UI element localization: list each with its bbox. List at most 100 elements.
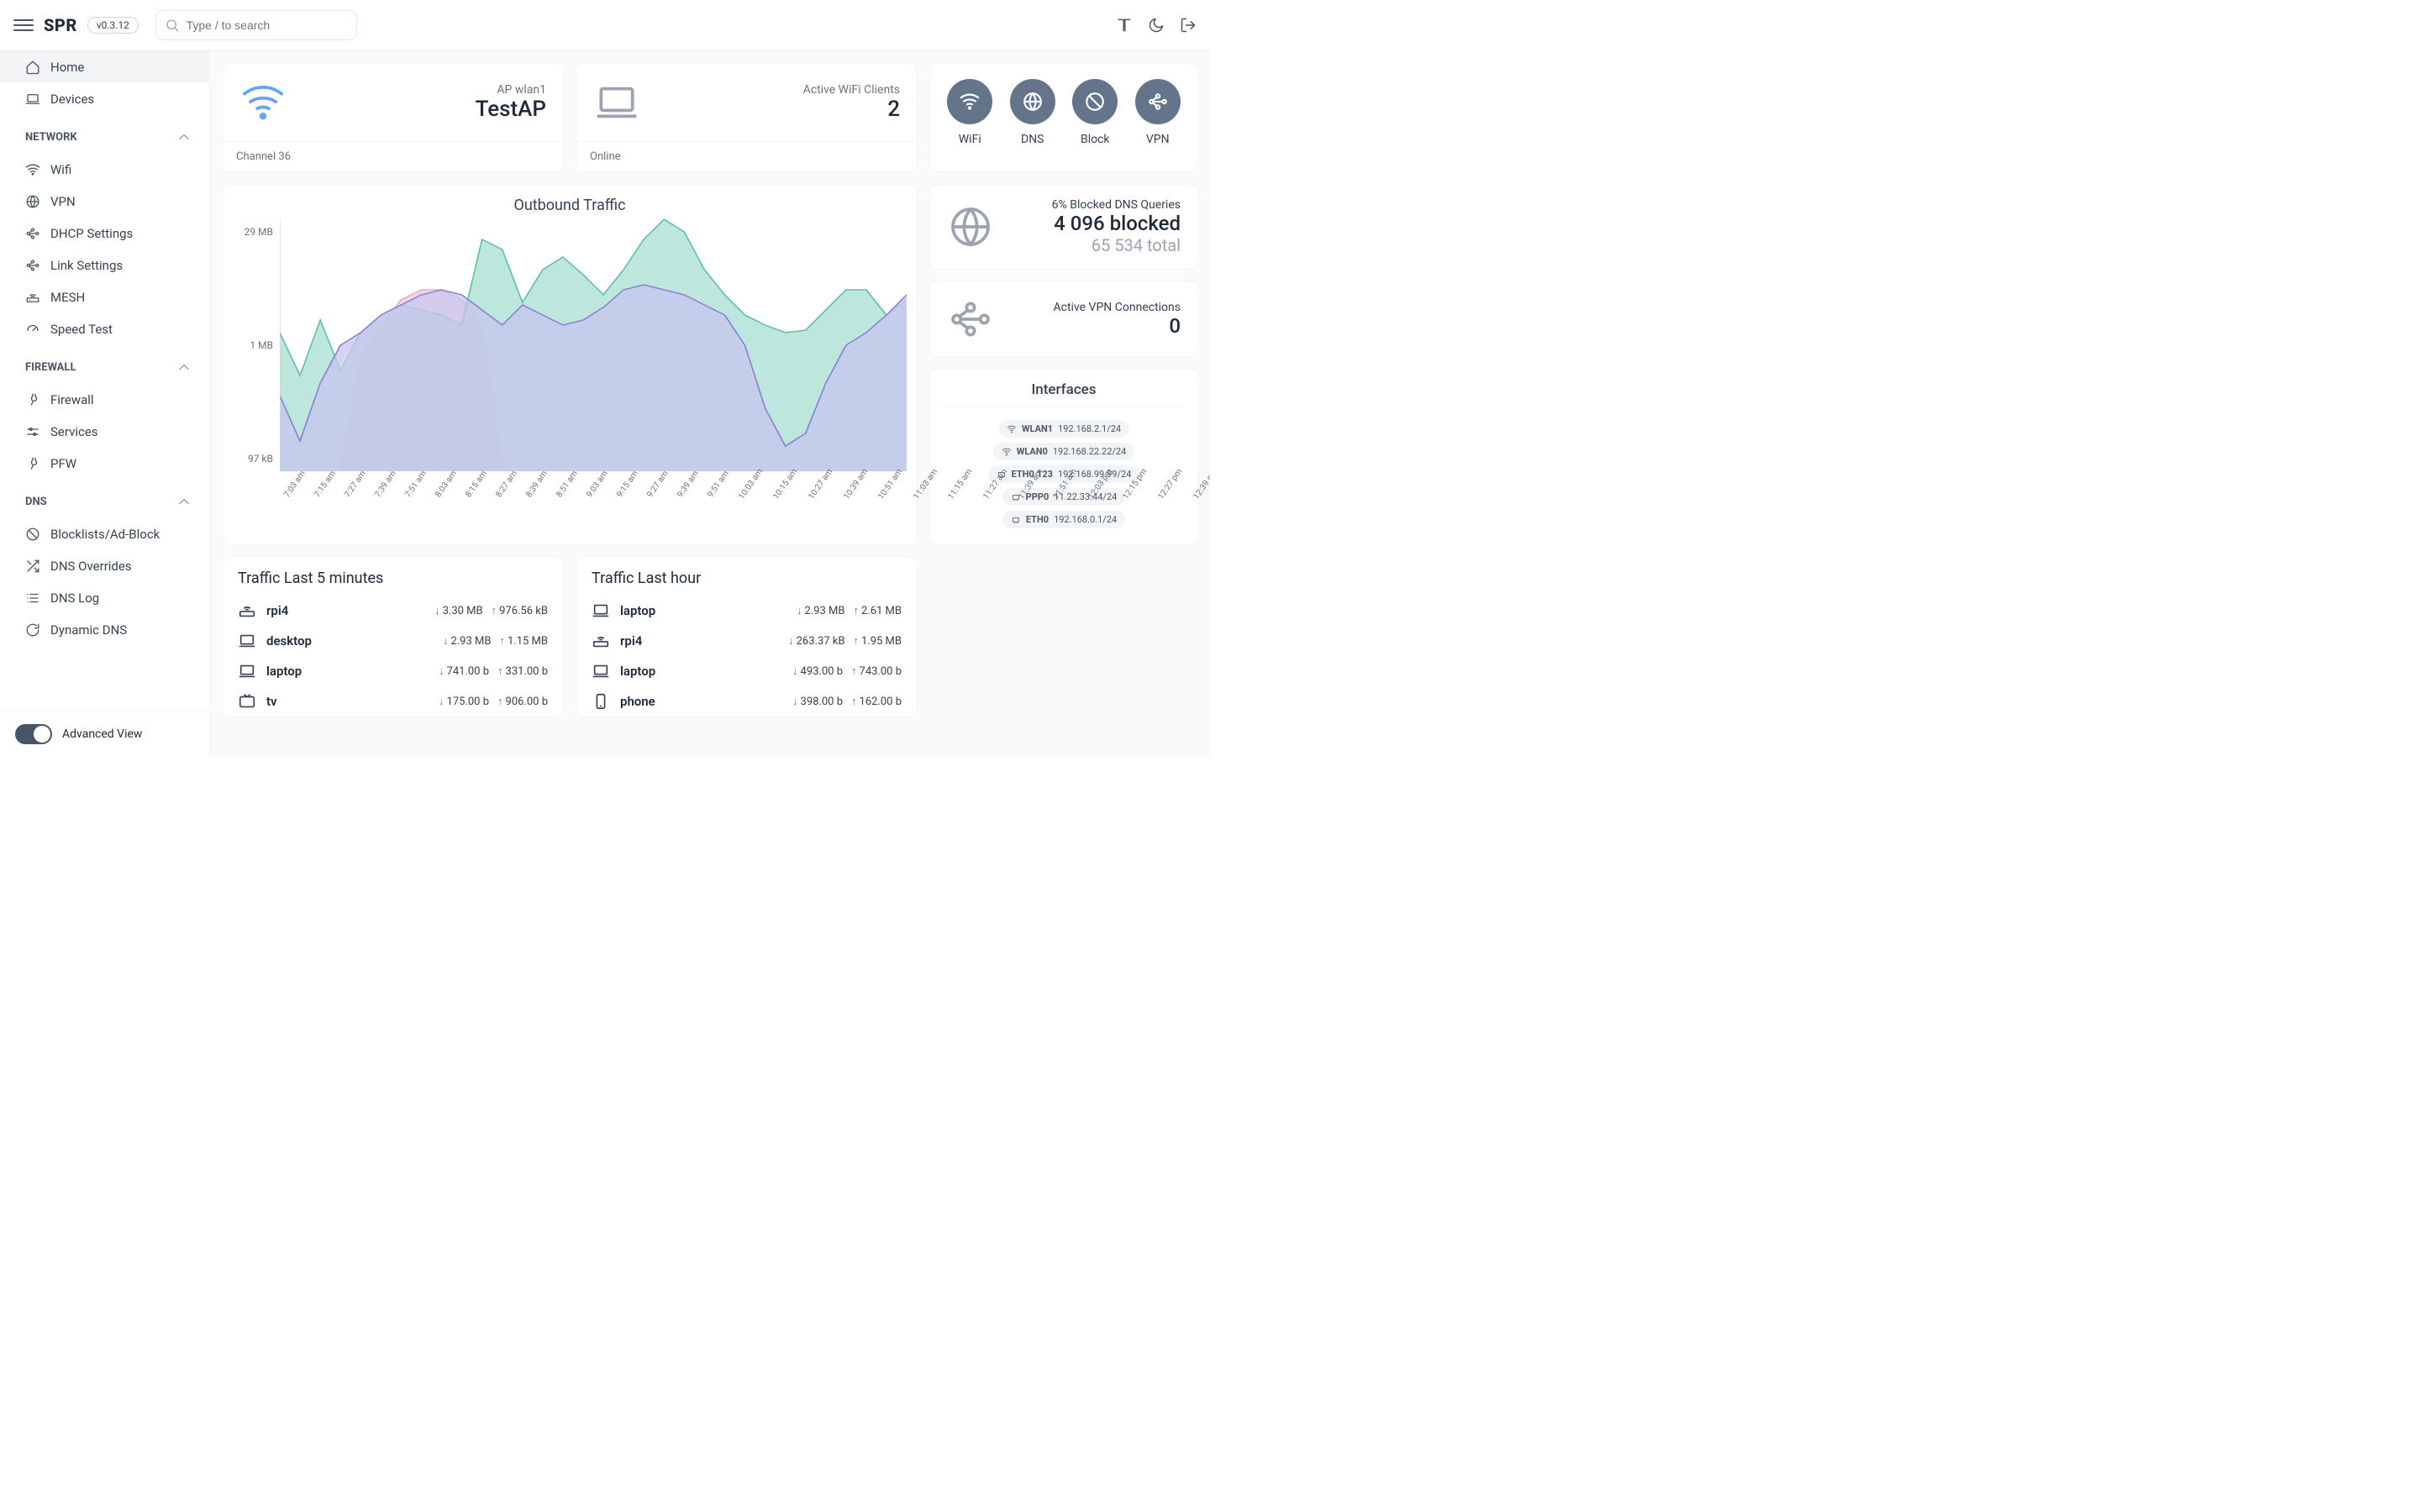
sidebar-item-dyndns[interactable]: Dynamic DNS bbox=[0, 614, 209, 646]
sidebar-item-firewall[interactable]: Firewall bbox=[0, 384, 209, 416]
sidebar-item-label: Devices bbox=[50, 92, 94, 107]
traffic-5min-card: Traffic Last 5 minutes rpi4 ↓ 3.30 MB↑ 9… bbox=[222, 557, 564, 717]
interface-pill[interactable]: ETH0 192.168.0.1/24 bbox=[1002, 511, 1125, 528]
quick-actions-card: WiFi DNS Block VPN bbox=[929, 63, 1198, 172]
brand: SPR bbox=[44, 15, 77, 35]
wifi-icon bbox=[239, 79, 287, 126]
device-name: desktop bbox=[266, 633, 433, 648]
laptop-icon bbox=[592, 662, 610, 680]
sidebar-item-link[interactable]: Link Settings bbox=[0, 249, 209, 281]
device-name: laptop bbox=[620, 603, 786, 618]
ap-card: AP wlan1 TestAP Channel 36 bbox=[222, 63, 564, 172]
device-name: laptop bbox=[620, 664, 782, 679]
chevron-up-icon bbox=[176, 129, 192, 145]
clients-status: Online bbox=[576, 141, 917, 171]
globe-icon bbox=[947, 203, 994, 250]
interfaces-title: Interfaces bbox=[944, 381, 1184, 398]
vpn-stats-card: Active VPN Connections 0 bbox=[929, 281, 1198, 357]
router-icon bbox=[25, 290, 40, 305]
traffic-row: phone ↓ 398.00 b↑ 162.00 b bbox=[592, 686, 902, 717]
ban-icon bbox=[25, 527, 40, 542]
laptop-icon bbox=[238, 662, 256, 680]
shuffle-icon bbox=[25, 559, 40, 574]
sidebar: Home Devices NETWORK Wifi VPN DHCP Setti… bbox=[0, 51, 210, 756]
refresh-icon bbox=[25, 622, 40, 638]
interface-pill[interactable]: WLAN0 192.168.22.22/24 bbox=[993, 443, 1135, 460]
nodes-icon bbox=[25, 226, 40, 241]
sidebar-section-dns[interactable]: DNS bbox=[0, 485, 209, 518]
ban-icon bbox=[1072, 79, 1118, 124]
wifi-icon bbox=[947, 79, 992, 124]
clients-card: Active WiFi Clients 2 Online bbox=[576, 63, 918, 172]
version-badge: v0.3.12 bbox=[87, 17, 139, 34]
traffic-row: tv ↓ 175.00 b↑ 906.00 b bbox=[238, 686, 548, 717]
laptop-icon bbox=[238, 632, 256, 650]
router-icon bbox=[592, 632, 610, 650]
quick-wifi[interactable]: WiFi bbox=[947, 79, 992, 160]
logout-icon[interactable] bbox=[1180, 17, 1197, 34]
chart-title: Outbound Traffic bbox=[223, 185, 917, 219]
theme-toggle-icon[interactable] bbox=[1148, 17, 1165, 34]
quick-block[interactable]: Block bbox=[1072, 79, 1118, 160]
laptop-icon bbox=[593, 79, 640, 126]
sidebar-item-pfw[interactable]: PFW bbox=[0, 448, 209, 480]
docs-icon[interactable] bbox=[1116, 17, 1133, 34]
ap-label: AP wlan1 bbox=[476, 83, 546, 97]
wifi-icon bbox=[25, 162, 40, 177]
nodes-icon bbox=[947, 296, 994, 343]
sidebar-item-mesh[interactable]: MESH bbox=[0, 281, 209, 313]
advanced-view-toggle[interactable] bbox=[15, 724, 52, 744]
list-icon bbox=[25, 591, 40, 606]
sidebar-item-label: Home bbox=[50, 60, 84, 75]
traffic-row: laptop ↓ 2.93 MB↑ 2.61 MB bbox=[592, 596, 902, 626]
search-input[interactable] bbox=[187, 18, 348, 32]
sidebar-item-vpn[interactable]: VPN bbox=[0, 186, 209, 218]
laptop-icon bbox=[25, 92, 40, 107]
nodes-icon bbox=[1135, 79, 1181, 124]
chart-plot bbox=[280, 219, 907, 471]
device-name: laptop bbox=[266, 664, 429, 679]
device-name: rpi4 bbox=[620, 633, 778, 648]
sidebar-item-wifi[interactable]: Wifi bbox=[0, 154, 209, 186]
sidebar-item-dnslog[interactable]: DNS Log bbox=[0, 582, 209, 614]
interface-pill[interactable]: WLAN1 192.168.2.1/24 bbox=[998, 420, 1129, 438]
sidebar-item-services[interactable]: Services bbox=[0, 416, 209, 448]
advanced-view-row: Advanced View bbox=[0, 711, 209, 756]
nodes-icon bbox=[25, 258, 40, 273]
sidebar-item-devices[interactable]: Devices bbox=[0, 83, 209, 115]
sidebar-item-speed[interactable]: Speed Test bbox=[0, 313, 209, 345]
tv-icon bbox=[238, 692, 256, 711]
globe-icon bbox=[25, 194, 40, 209]
traffic-1h-title: Traffic Last hour bbox=[592, 570, 902, 587]
flame-icon bbox=[25, 456, 40, 471]
device-name: phone bbox=[620, 694, 782, 709]
chart-y-axis: 29 MB1 MB97 kB bbox=[233, 219, 280, 471]
traffic-row: rpi4 ↓ 263.37 kB↑ 1.95 MB bbox=[592, 626, 902, 656]
home-icon bbox=[25, 60, 40, 75]
menu-toggle[interactable] bbox=[13, 15, 34, 35]
main-content: AP wlan1 TestAP Channel 36 Active WiFi C… bbox=[210, 51, 1210, 756]
traffic-1h-card: Traffic Last hour laptop ↓ 2.93 MB↑ 2.61… bbox=[576, 557, 918, 717]
sidebar-item-overrides[interactable]: DNS Overrides bbox=[0, 550, 209, 582]
interfaces-card: Interfaces WLAN1 192.168.2.1/24 WLAN0 192… bbox=[929, 369, 1198, 545]
traffic-row: rpi4 ↓ 3.30 MB↑ 976.56 kB bbox=[238, 596, 548, 626]
traffic-row: laptop ↓ 493.00 b↑ 743.00 b bbox=[592, 656, 902, 686]
router-icon bbox=[238, 601, 256, 620]
quick-vpn[interactable]: VPN bbox=[1135, 79, 1181, 160]
sidebar-section-network[interactable]: NETWORK bbox=[0, 120, 209, 154]
traffic-5min-title: Traffic Last 5 minutes bbox=[238, 570, 548, 587]
ap-channel: Channel 36 bbox=[223, 141, 563, 171]
search-icon bbox=[165, 17, 180, 34]
sliders-icon bbox=[25, 424, 40, 439]
sidebar-section-firewall[interactable]: FIREWALL bbox=[0, 350, 209, 384]
chart-x-axis: 7:03 am7:15 am7:27 am7:39 am7:51 am8:03 … bbox=[223, 476, 917, 497]
device-name: tv bbox=[266, 694, 429, 709]
quick-dns[interactable]: DNS bbox=[1010, 79, 1055, 160]
search-box[interactable] bbox=[155, 10, 357, 40]
sidebar-item-blocklists[interactable]: Blocklists/Ad-Block bbox=[0, 518, 209, 550]
ap-value: TestAP bbox=[476, 97, 546, 122]
traffic-row: desktop ↓ 2.93 MB↑ 1.15 MB bbox=[238, 626, 548, 656]
sidebar-item-dhcp[interactable]: DHCP Settings bbox=[0, 218, 209, 249]
sidebar-item-home[interactable]: Home bbox=[0, 51, 209, 83]
outbound-traffic-chart: Outbound Traffic 29 MB1 MB97 kB 7:03 am7… bbox=[222, 184, 918, 545]
